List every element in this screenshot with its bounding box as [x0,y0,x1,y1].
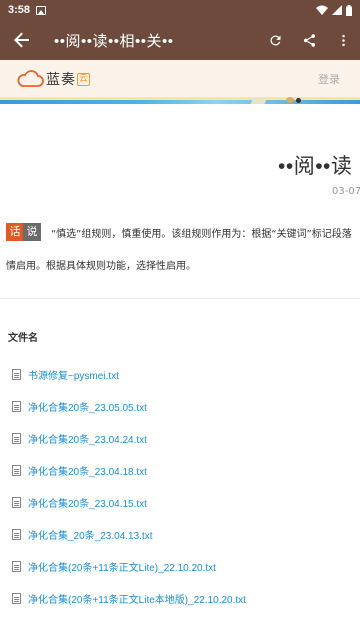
logo-text: 蓝奏 [46,71,76,87]
file-item[interactable]: 净化合集20条_23.04.24.txt [12,422,360,454]
file-icon [12,368,21,380]
site-logo[interactable]: 蓝奏 云 [16,69,90,89]
document-title: ••阅••读 [278,155,353,178]
document-date: 03-07 [332,186,360,197]
file-icon [12,496,21,508]
file-link[interactable]: 净化合集20条_23.05.05.txt [28,399,147,414]
file-icon [12,528,21,540]
file-link[interactable]: 净化合集20条_23.04.15.txt [28,495,147,510]
file-list: 书源修复~pysmei.txt 净化合集20条_23.05.05.txt 净化合… [12,358,360,614]
app-bar: ••阅••读••相••关•• [0,20,360,60]
status-bar: 3:58 [0,0,360,20]
logo-badge: 云 [77,72,90,86]
banner-image [0,97,360,104]
file-icon [12,560,21,572]
file-item[interactable]: 净化合集(20条+11条正文Lite本地版)_22.10.20.txt [12,582,360,614]
battery-icon [346,4,352,16]
share-icon [303,33,315,47]
page-title: ••阅••读••相••关•• [54,32,174,50]
tag-shuo: 说 [23,223,41,241]
description-line-2: 情启用。根据具体规则功能，选择性启用。 [6,261,196,272]
file-icon [12,432,21,444]
tag-hua: 话 [6,223,24,241]
refresh-button[interactable] [258,20,292,60]
divider [0,298,360,299]
status-icons [316,4,352,16]
file-item[interactable]: 净化合集20条_23.04.15.txt [12,486,360,518]
image-icon [36,5,47,15]
signal-icon [332,5,342,15]
file-link[interactable]: 净化合集(20条+11条正文Lite)_22.10.20.txt [28,559,216,574]
more-vert-icon [341,34,345,46]
file-link[interactable]: 净化合集(20条+11条正文Lite本地版)_22.10.20.txt [28,591,246,606]
file-item[interactable]: 净化合集(20条+11条正文Lite)_22.10.20.txt [12,550,360,582]
refresh-icon [269,34,280,45]
file-item[interactable]: 净化合集20条_23.05.05.txt [12,390,360,422]
cloud-logo-icon [17,70,44,87]
share-button[interactable] [292,20,326,60]
site-header: 蓝奏 云 登录 [0,60,360,98]
file-link[interactable]: 净化合集20条_23.04.24.txt [28,431,147,446]
file-link[interactable]: 净化合集20条_23.04.18.txt [28,463,147,478]
file-link[interactable]: 净化合集_20条_23.04.13.txt [28,527,153,542]
file-icon [12,400,21,412]
file-icon [12,464,21,476]
wifi-icon [316,5,328,15]
more-options-button[interactable] [326,20,360,60]
app-bar-actions [258,20,360,60]
arrow-back-icon [14,32,29,48]
document-description: 话说 “慎选”组规则，慎重使用。该组规则作用为：根据“关键词”标记段落 情启用。… [6,223,360,272]
files-column-header: 文件名 [8,333,38,344]
status-time: 3:58 [8,4,31,16]
file-item[interactable]: 净化合集_20条_23.04.13.txt [12,518,360,550]
description-line-1: “慎选”组规则，慎重使用。该组规则作用为：根据“关键词”标记段落 [51,228,352,240]
login-link[interactable]: 登录 [318,71,340,87]
file-item[interactable]: 书源修复~pysmei.txt [12,358,360,390]
back-button[interactable] [2,20,42,60]
file-link[interactable]: 书源修复~pysmei.txt [28,367,119,382]
file-icon [12,592,21,604]
file-item[interactable]: 净化合集20条_23.04.18.txt [12,454,360,486]
